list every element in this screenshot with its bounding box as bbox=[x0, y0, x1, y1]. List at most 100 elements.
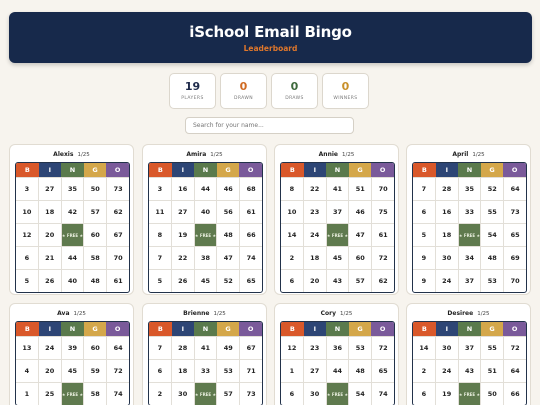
bingo-cell[interactable]: 43 bbox=[325, 270, 349, 292]
bingo-cell[interactable]: 56 bbox=[216, 201, 239, 223]
bingo-card[interactable]: April 1/25 B I N G O 7 28 35 52 64 6 16 33 55 73 5 18 ★ FRE… bbox=[406, 144, 531, 295]
free-space[interactable]: ★ FREE ★ bbox=[60, 383, 84, 405]
bingo-cell[interactable]: 30 bbox=[434, 247, 458, 269]
bingo-cell[interactable]: 24 bbox=[434, 360, 458, 382]
bingo-cell[interactable]: 18 bbox=[37, 201, 61, 223]
bingo-cell[interactable]: 3 bbox=[149, 178, 171, 200]
bingo-cell[interactable]: 48 bbox=[348, 360, 371, 382]
bingo-cell[interactable]: 38 bbox=[193, 247, 217, 269]
bingo-cell[interactable]: 73 bbox=[503, 201, 526, 223]
bingo-cell[interactable]: 6 bbox=[413, 383, 435, 405]
bingo-cell[interactable]: 6 bbox=[149, 360, 171, 382]
bingo-cell[interactable]: 20 bbox=[37, 360, 61, 382]
bingo-cell[interactable]: 23 bbox=[302, 337, 326, 359]
bingo-cell[interactable]: 72 bbox=[371, 247, 394, 269]
bingo-cell[interactable]: 73 bbox=[239, 383, 262, 405]
bingo-cell[interactable]: 53 bbox=[216, 360, 239, 382]
free-space[interactable]: ★ FREE ★ bbox=[325, 383, 349, 405]
bingo-card[interactable]: Cory 1/25 B I N G O 12 23 36 53 72 1 27 44 48 65 6 30 ★ FRE… bbox=[274, 303, 399, 405]
bingo-cell[interactable]: 41 bbox=[193, 337, 217, 359]
bingo-cell[interactable]: 44 bbox=[193, 178, 217, 200]
free-space[interactable]: ★ FREE ★ bbox=[193, 224, 217, 246]
bingo-cell[interactable]: 44 bbox=[60, 247, 84, 269]
bingo-cell[interactable]: 28 bbox=[170, 337, 194, 359]
bingo-cell[interactable]: 11 bbox=[149, 201, 171, 223]
bingo-cell[interactable]: 30 bbox=[302, 383, 326, 405]
bingo-cell[interactable]: 66 bbox=[503, 383, 526, 405]
bingo-cell[interactable]: 49 bbox=[216, 337, 239, 359]
bingo-cell[interactable]: 47 bbox=[348, 224, 371, 246]
bingo-cell[interactable]: 35 bbox=[457, 178, 481, 200]
free-space[interactable]: ★ FREE ★ bbox=[60, 224, 84, 246]
bingo-cell[interactable]: 27 bbox=[302, 360, 326, 382]
bingo-cell[interactable]: 24 bbox=[37, 337, 61, 359]
bingo-cell[interactable]: 57 bbox=[216, 383, 239, 405]
bingo-cell[interactable]: 24 bbox=[302, 224, 326, 246]
bingo-cell[interactable]: 57 bbox=[348, 270, 371, 292]
bingo-cell[interactable]: 28 bbox=[434, 178, 458, 200]
bingo-cell[interactable]: 6 bbox=[281, 383, 303, 405]
bingo-cell[interactable]: 13 bbox=[16, 337, 38, 359]
bingo-cell[interactable]: 70 bbox=[106, 247, 129, 269]
bingo-cell[interactable]: 75 bbox=[371, 201, 394, 223]
bingo-cell[interactable]: 62 bbox=[106, 201, 129, 223]
bingo-cell[interactable]: 18 bbox=[434, 224, 458, 246]
bingo-cell[interactable]: 65 bbox=[503, 224, 526, 246]
bingo-cell[interactable]: 19 bbox=[434, 383, 458, 405]
bingo-cell[interactable]: 7 bbox=[413, 178, 435, 200]
bingo-cell[interactable]: 72 bbox=[106, 360, 129, 382]
bingo-cell[interactable]: 55 bbox=[480, 337, 503, 359]
bingo-cell[interactable]: 36 bbox=[325, 337, 349, 359]
bingo-cell[interactable]: 16 bbox=[434, 201, 458, 223]
bingo-card[interactable]: Annie 1/25 B I N G O 8 22 41 51 70 10 23 37 46 75 14 24 ★ F… bbox=[274, 144, 399, 295]
bingo-cell[interactable]: 10 bbox=[16, 201, 38, 223]
bingo-cell[interactable]: 23 bbox=[302, 201, 326, 223]
bingo-cell[interactable]: 51 bbox=[480, 360, 503, 382]
bingo-cell[interactable]: 30 bbox=[434, 337, 458, 359]
bingo-cell[interactable]: 20 bbox=[37, 224, 61, 246]
bingo-cell[interactable]: 61 bbox=[106, 270, 129, 292]
bingo-cell[interactable]: 61 bbox=[239, 201, 262, 223]
bingo-cell[interactable]: 54 bbox=[348, 383, 371, 405]
bingo-cell[interactable]: 5 bbox=[413, 224, 435, 246]
bingo-cell[interactable]: 7 bbox=[149, 337, 171, 359]
bingo-cell[interactable]: 70 bbox=[503, 270, 526, 292]
bingo-cell[interactable]: 64 bbox=[503, 360, 526, 382]
bingo-cell[interactable]: 2 bbox=[149, 383, 171, 405]
bingo-cell[interactable]: 21 bbox=[37, 247, 61, 269]
free-space[interactable]: ★ FREE ★ bbox=[457, 224, 481, 246]
bingo-cell[interactable]: 20 bbox=[302, 270, 326, 292]
bingo-cell[interactable]: 42 bbox=[60, 201, 84, 223]
bingo-cell[interactable]: 24 bbox=[434, 270, 458, 292]
bingo-cell[interactable]: 9 bbox=[413, 247, 435, 269]
bingo-cell[interactable]: 2 bbox=[281, 247, 303, 269]
bingo-cell[interactable]: 66 bbox=[239, 224, 262, 246]
bingo-cell[interactable]: 7 bbox=[149, 247, 171, 269]
bingo-cell[interactable]: 19 bbox=[170, 224, 194, 246]
bingo-cell[interactable]: 25 bbox=[37, 383, 61, 405]
bingo-cell[interactable]: 48 bbox=[83, 270, 106, 292]
bingo-cell[interactable]: 48 bbox=[480, 247, 503, 269]
bingo-cell[interactable]: 74 bbox=[239, 247, 262, 269]
bingo-cell[interactable]: 61 bbox=[371, 224, 394, 246]
bingo-cell[interactable]: 41 bbox=[325, 178, 349, 200]
bingo-cell[interactable]: 45 bbox=[193, 270, 217, 292]
bingo-cell[interactable]: 22 bbox=[302, 178, 326, 200]
bingo-cell[interactable]: 1 bbox=[16, 383, 38, 405]
bingo-cell[interactable]: 65 bbox=[371, 360, 394, 382]
bingo-cell[interactable]: 33 bbox=[457, 201, 481, 223]
bingo-cell[interactable]: 72 bbox=[503, 337, 526, 359]
bingo-cell[interactable]: 50 bbox=[83, 178, 106, 200]
bingo-cell[interactable]: 14 bbox=[413, 337, 435, 359]
bingo-cell[interactable]: 60 bbox=[348, 247, 371, 269]
bingo-cell[interactable]: 18 bbox=[302, 247, 326, 269]
bingo-cell[interactable]: 40 bbox=[60, 270, 84, 292]
bingo-cell[interactable]: 8 bbox=[281, 178, 303, 200]
bingo-cell[interactable]: 45 bbox=[60, 360, 84, 382]
bingo-cell[interactable]: 9 bbox=[413, 270, 435, 292]
bingo-cell[interactable]: 52 bbox=[480, 178, 503, 200]
bingo-cell[interactable]: 40 bbox=[193, 201, 217, 223]
bingo-cell[interactable]: 65 bbox=[239, 270, 262, 292]
bingo-cell[interactable]: 50 bbox=[480, 383, 503, 405]
bingo-cell[interactable]: 12 bbox=[281, 337, 303, 359]
